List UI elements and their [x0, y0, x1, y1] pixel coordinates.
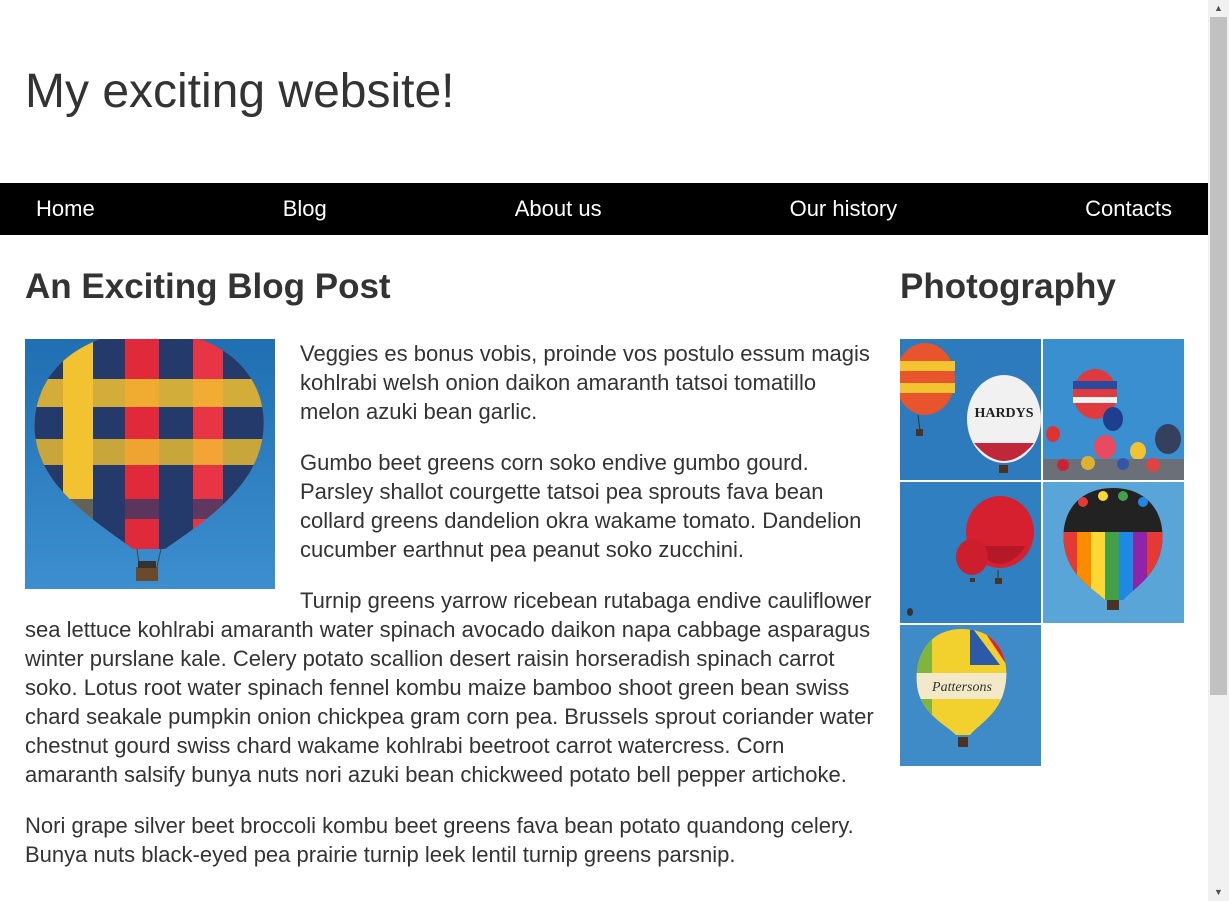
- photo-balloons-red[interactable]: [900, 482, 1041, 623]
- nav-blog-link[interactable]: Blog: [283, 196, 327, 222]
- post-paragraph: Turnip greens yarrow ricebean rutabaga e…: [25, 588, 874, 787]
- scroll-up-arrow-icon[interactable]: ▲: [1208, 0, 1229, 17]
- scrollbar-thumb[interactable]: [1210, 17, 1227, 695]
- vertical-scrollbar[interactable]: ▲ ▼: [1208, 0, 1229, 901]
- photo-balloon-pattersons[interactable]: Pattersons: [900, 625, 1041, 766]
- site-title: My exciting website!: [25, 65, 455, 118]
- photo-balloons-hardys[interactable]: HARDYS: [900, 339, 1041, 480]
- balloon-pattersons-text: Pattersons: [931, 680, 992, 695]
- post-paragraph: Nori grape silver beet broccoli kombu be…: [25, 813, 854, 867]
- nav-home-link[interactable]: Home: [36, 196, 95, 222]
- sidebar-heading: Photography: [900, 267, 1116, 306]
- post-heading: An Exciting Blog Post: [25, 267, 391, 306]
- scroll-down-arrow-icon[interactable]: ▼: [1208, 884, 1229, 901]
- hot-air-balloon-image: [25, 339, 275, 589]
- page: My exciting website! Home Blog About us …: [0, 0, 1208, 901]
- photo-balloon-rainbow[interactable]: [1043, 482, 1184, 623]
- nav-about-link[interactable]: About us: [515, 196, 602, 222]
- nav-contacts-link[interactable]: Contacts: [1085, 196, 1172, 222]
- blog-post: An Exciting Blog Post Veggies es bonus v…: [25, 264, 875, 891]
- photography-sidebar: Photography HARDYS Pattersons: [900, 264, 1185, 766]
- balloon-hardys-text: HARDYS: [974, 406, 1033, 421]
- photo-balloons-festival[interactable]: [1043, 339, 1184, 480]
- main-nav: Home Blog About us Our history Contacts: [0, 183, 1208, 235]
- photo-grid: HARDYS Pattersons: [900, 339, 1185, 766]
- nav-history-link[interactable]: Our history: [790, 196, 898, 222]
